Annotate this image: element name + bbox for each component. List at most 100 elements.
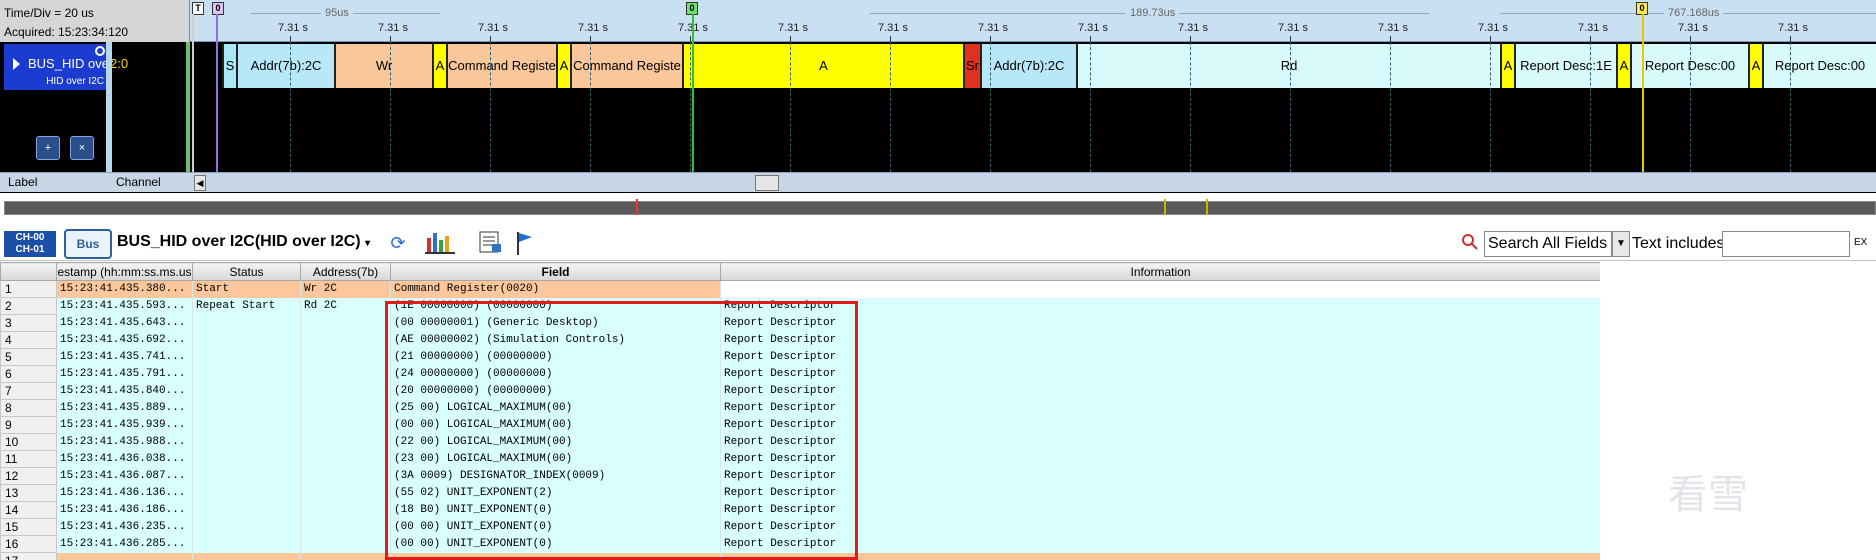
chevron-down-icon[interactable]: ▾: [365, 238, 370, 249]
search-icon[interactable]: [1461, 233, 1479, 251]
ruler-tick-label: 7.31 s: [1078, 22, 1108, 34]
bus-segment[interactable]: Rd: [1076, 44, 1500, 88]
bus-segment[interactable]: Sr: [963, 44, 980, 88]
status-cell: [192, 552, 301, 560]
chart-icon[interactable]: [424, 230, 456, 258]
row-number: 6: [0, 365, 57, 383]
status-header[interactable]: Status: [192, 262, 301, 281]
bus-segment[interactable]: A: [1748, 44, 1762, 88]
timestamp-cell: 15:23:41.436.235...: [56, 518, 193, 536]
cursor-line[interactable]: [692, 14, 694, 172]
decoder-toolbar: CH-00 CH-01 Bus BUS_HID over I2C(HID ove…: [0, 223, 1876, 261]
settings-icon[interactable]: [95, 46, 105, 56]
expand-arrow-icon[interactable]: [13, 58, 20, 70]
scroll-left-icon[interactable]: ◀: [194, 175, 206, 191]
overview-track[interactable]: [4, 201, 1876, 215]
ruler-tick-label: 7.31 s: [378, 22, 408, 34]
chevron-down-icon[interactable]: ▼: [1612, 231, 1630, 257]
bus-segment[interactable]: Report Desc:1E: [1514, 44, 1616, 88]
bus-segment[interactable]: A: [556, 44, 570, 88]
bus-segment[interactable]: A: [682, 44, 963, 88]
search-field-select[interactable]: Search All Fields: [1484, 231, 1612, 257]
row-number: 4: [0, 331, 57, 349]
time-ruler[interactable]: 7.31 s 7.31 s 7.31 s 7.31 s 7.31 s 7.31 s 7.31…: [190, 0, 1876, 42]
remove-channel-icon[interactable]: ×: [70, 136, 94, 160]
field-cell: Command Register(0020): [390, 280, 721, 298]
grid-line: [1690, 42, 1691, 172]
ruler-tick-label: 7.31 s: [278, 22, 308, 34]
row-number: 5: [0, 348, 57, 366]
information-header[interactable]: Information: [720, 262, 1600, 281]
overview-marker[interactable]: [636, 199, 638, 215]
cursor-delta-label: 767.168us: [1664, 7, 1724, 19]
overview-marker[interactable]: [1206, 199, 1208, 215]
bus-segment[interactable]: S: [222, 44, 236, 88]
row-number: 7: [0, 382, 57, 400]
address-cell: [300, 552, 391, 560]
grid-line: [490, 42, 491, 172]
bus-segment[interactable]: Command Registe: [570, 44, 682, 88]
address-cell: [300, 518, 391, 536]
ruler-tick-label: 7.31 s: [1478, 22, 1508, 34]
cursor-flag[interactable]: 0: [212, 2, 224, 15]
bus-segment[interactable]: Wr: [334, 44, 432, 88]
cursor-line[interactable]: [192, 14, 194, 172]
bus-segment[interactable]: A: [432, 44, 446, 88]
timestamp-cell: 15:23:41.436.136...: [56, 484, 193, 502]
channel-badge-bottom: CH-01: [15, 244, 45, 255]
bus-segment[interactable]: Report Desc:00: [1762, 44, 1876, 88]
cursor-line[interactable]: [1642, 14, 1644, 172]
table-row[interactable]: 1 15:23:41.435.380... Start Wr 2C Command Re…: [0, 280, 1600, 298]
bus-title: BUS_HID over I2C(HID over I2C): [117, 233, 361, 250]
table-header-row: estamp (hh:mm:ss.ms.us Status Address(7b…: [0, 262, 1600, 281]
ruler-tick-label: 7.31 s: [1178, 22, 1208, 34]
cursor-delta-label: 95us: [321, 7, 353, 19]
label-header: Label: [8, 175, 38, 189]
row-number: 1: [0, 280, 57, 298]
bus-segment[interactable]: A: [1500, 44, 1514, 88]
bus-segment[interactable]: Addr(7b):2C: [236, 44, 334, 88]
text-includes-input[interactable]: [1722, 231, 1850, 257]
refresh-icon[interactable]: ⟳: [382, 230, 414, 258]
status-cell: [192, 416, 301, 434]
grid-line: [690, 42, 691, 172]
ex-label[interactable]: EX: [1854, 237, 1867, 248]
bus-segment[interactable]: Addr(7b):2C: [980, 44, 1076, 88]
export-icon[interactable]: [474, 230, 506, 258]
address-header[interactable]: Address(7b): [300, 262, 391, 281]
channel-name-block[interactable]: BUS_HID over HID over I2C: [4, 44, 113, 90]
channel-badge[interactable]: CH-00 CH-01: [4, 231, 56, 257]
bus-segment[interactable]: A: [1616, 44, 1630, 88]
add-channel-icon[interactable]: +: [36, 136, 60, 160]
waveform-view[interactable]: Time/Div = 20 us Acquired: 15:23:34:120 …: [0, 0, 1876, 193]
timestamp-cell: 15:23:41.435.692...: [56, 331, 193, 349]
field-header[interactable]: Field: [390, 262, 721, 281]
bus-title-dropdown[interactable]: BUS_HID over I2C(HID over I2C) ▾: [117, 233, 370, 251]
row-number: 16: [0, 535, 57, 553]
row-number: 12: [0, 467, 57, 485]
bus-segment[interactable]: Command Registe: [446, 44, 556, 88]
address-cell: [300, 433, 391, 451]
address-cell: [300, 348, 391, 366]
channel-signal-strip: [186, 42, 190, 172]
cursor-line[interactable]: [216, 14, 218, 172]
overview-marker[interactable]: [1164, 199, 1166, 215]
timestamp-cell: 15:23:41.436.038...: [56, 450, 193, 468]
address-cell: [300, 416, 391, 434]
bus-icon[interactable]: Bus: [64, 229, 112, 259]
grid-line: [290, 42, 291, 172]
row-number: 8: [0, 399, 57, 417]
bus-segment[interactable]: Report Desc:00: [1630, 44, 1748, 88]
row-number-header[interactable]: [0, 262, 57, 281]
overview-bar[interactable]: [0, 193, 1876, 223]
grid-line: [1790, 42, 1791, 172]
flag-icon[interactable]: [508, 230, 540, 258]
watermark: 看雪: [1668, 472, 1748, 518]
timestamp-cell: 15:23:41.435.593...: [56, 297, 193, 315]
row-number: 9: [0, 416, 57, 434]
timestamp-header[interactable]: estamp (hh:mm:ss.ms.us: [56, 262, 193, 281]
row-number: 15: [0, 518, 57, 536]
horizontal-scroll-thumb[interactable]: [755, 175, 779, 191]
address-cell: [300, 382, 391, 400]
time-div-label[interactable]: Time/Div = 20 us: [4, 6, 94, 20]
